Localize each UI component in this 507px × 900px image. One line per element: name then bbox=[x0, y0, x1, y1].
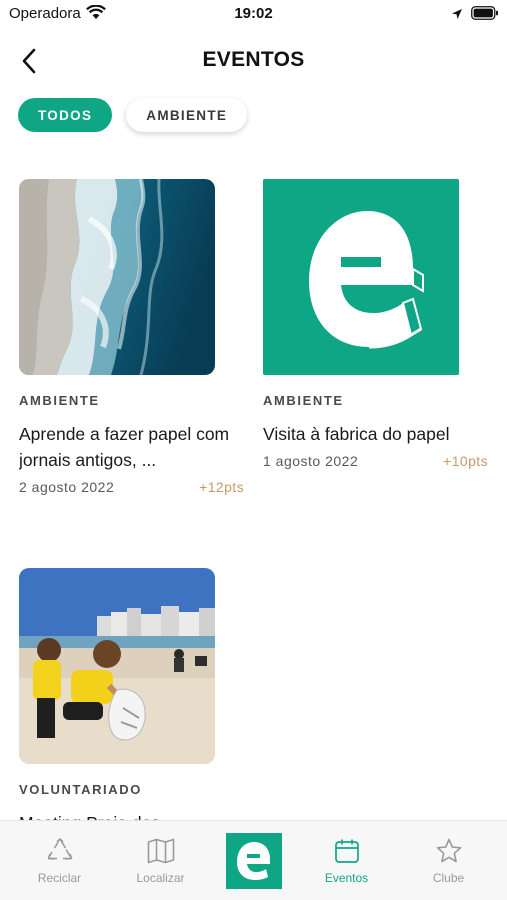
filter-chips: TODOS AMBIENTE bbox=[18, 98, 248, 132]
filter-chip-ambiente[interactable]: AMBIENTE bbox=[126, 98, 248, 132]
filter-chip-todos[interactable]: TODOS bbox=[18, 98, 113, 132]
event-points: +10pts bbox=[443, 453, 488, 469]
clock: 19:02 bbox=[234, 5, 273, 22]
event-category: AMBIENTE bbox=[19, 393, 100, 408]
tab-localizar[interactable]: Localizar bbox=[110, 821, 211, 900]
event-card[interactable]: AMBIENTE Aprende a fazer papel com jorna… bbox=[19, 179, 244, 495]
battery-icon bbox=[471, 6, 499, 25]
tab-label: Eventos bbox=[324, 871, 369, 885]
event-image-ocean bbox=[19, 179, 215, 375]
brand-center-button[interactable] bbox=[226, 833, 282, 889]
event-title: Aprende a fazer papel com jornais antigo… bbox=[19, 424, 230, 470]
event-image-logo bbox=[263, 179, 459, 375]
event-date: 1 agosto 2022 bbox=[263, 453, 359, 469]
event-card[interactable]: AMBIENTE Visita à fabrica do papel 1 ago… bbox=[263, 179, 488, 469]
event-date: 2 agosto 2022 bbox=[19, 479, 115, 495]
tab-label: Localizar bbox=[136, 871, 185, 885]
tab-eventos[interactable]: Eventos bbox=[296, 821, 397, 900]
location-arrow-icon bbox=[451, 7, 463, 25]
tab-bar: Reciclar Localizar Eventos Clube bbox=[0, 820, 507, 900]
tab-label: Clube bbox=[432, 871, 465, 885]
tab-label: Reciclar bbox=[37, 871, 82, 885]
calendar-icon bbox=[334, 837, 360, 865]
navigation-bar: EVENTOS bbox=[0, 40, 507, 82]
event-title: Visita à fabrica do papel bbox=[263, 424, 450, 444]
status-bar: Operadora 19:02 bbox=[0, 0, 507, 30]
map-icon bbox=[147, 837, 175, 865]
brand-e-icon bbox=[237, 842, 270, 880]
event-points: +12pts bbox=[199, 479, 244, 495]
tab-clube[interactable]: Clube bbox=[398, 821, 499, 900]
event-category: AMBIENTE bbox=[263, 393, 344, 408]
recycle-icon bbox=[46, 837, 74, 865]
tab-reciclar[interactable]: Reciclar bbox=[9, 821, 110, 900]
page-title: EVENTOS bbox=[202, 48, 305, 71]
event-card[interactable]: VOLUNTARIADO Meeting Praia dos ... bbox=[19, 568, 244, 836]
star-icon bbox=[436, 837, 462, 865]
event-image-beach bbox=[19, 568, 215, 764]
event-category: VOLUNTARIADO bbox=[19, 782, 142, 797]
